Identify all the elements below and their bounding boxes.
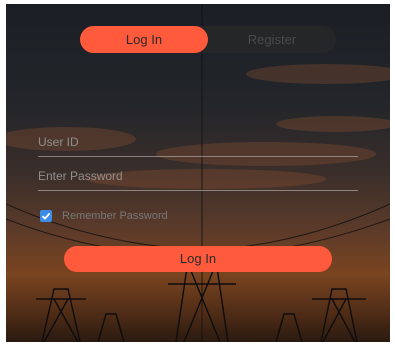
- tab-register[interactable]: Register: [208, 26, 336, 53]
- tab-login[interactable]: Log In: [80, 26, 208, 53]
- login-button[interactable]: Log In: [64, 246, 332, 272]
- remember-password-row: Remember Password: [40, 210, 168, 222]
- login-screen: Log In Register Remember Password Log In: [6, 4, 390, 342]
- checkmark-icon: [41, 212, 51, 220]
- user-id-field: [38, 130, 358, 157]
- password-input[interactable]: [38, 164, 358, 188]
- password-field: [38, 164, 358, 191]
- auth-tab-switcher: Log In Register: [80, 26, 336, 53]
- remember-password-checkbox[interactable]: [40, 210, 52, 222]
- remember-password-label: Remember Password: [62, 210, 168, 222]
- user-id-input[interactable]: [38, 130, 358, 154]
